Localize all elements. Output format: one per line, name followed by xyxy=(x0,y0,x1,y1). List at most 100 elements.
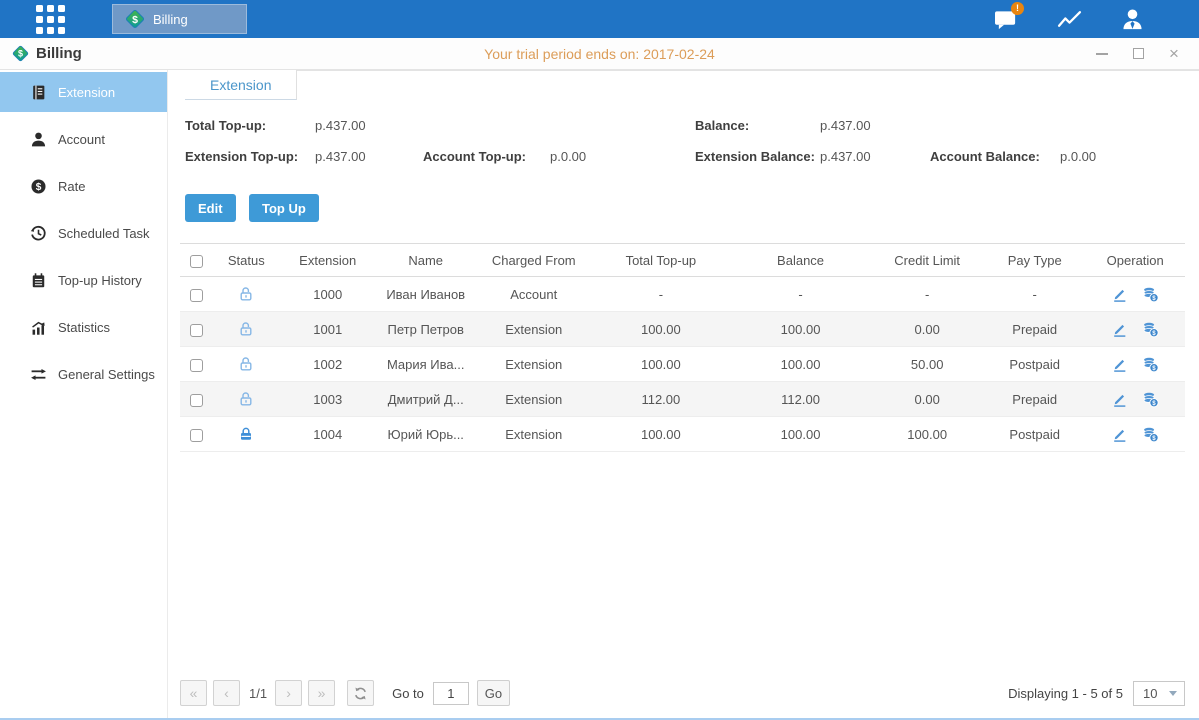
page-title: Billing xyxy=(36,45,82,62)
minimize-button[interactable] xyxy=(1095,47,1109,61)
cell-balance: 100.00 xyxy=(731,347,871,382)
select-all-checkbox[interactable] xyxy=(190,255,203,268)
cell-name: Петр Петров xyxy=(375,312,477,347)
cell-charged-from: Extension xyxy=(476,417,591,452)
col-status: Status xyxy=(212,244,280,277)
edit-icon[interactable] xyxy=(1111,286,1128,303)
user-button[interactable] xyxy=(1119,6,1145,32)
account-balance-label: Account Balance: xyxy=(930,149,1040,164)
topbar-billing-tab[interactable]: $ Billing xyxy=(112,4,247,34)
tab-strip: Extension xyxy=(168,70,1199,100)
sidebar-item-label: General Settings xyxy=(58,367,155,382)
cell-pay-type: - xyxy=(984,277,1086,312)
row-checkbox[interactable] xyxy=(190,324,203,337)
col-pay-type: Pay Type xyxy=(984,244,1086,277)
cell-total-topup: 100.00 xyxy=(591,312,731,347)
topup-coins-icon[interactable]: $ xyxy=(1142,286,1159,303)
total-topup-value: p.437.00 xyxy=(315,118,366,133)
total-topup-label: Total Top-up: xyxy=(185,118,266,133)
col-charged-from: Charged From xyxy=(476,244,591,277)
notebook-icon xyxy=(30,272,47,289)
refresh-icon xyxy=(353,686,368,701)
trial-notice: Your trial period ends on: 2017-02-24 xyxy=(484,46,715,62)
balance-value: p.437.00 xyxy=(820,118,871,133)
refresh-button[interactable] xyxy=(347,680,374,706)
svg-text:$: $ xyxy=(1153,399,1157,406)
billing-app-icon-small: $ xyxy=(12,45,29,62)
pagination-right: Displaying 1 - 5 of 5 10 xyxy=(1008,681,1185,706)
sidebar-item-general-settings[interactable]: General Settings xyxy=(0,354,167,394)
svg-text:$: $ xyxy=(1153,364,1157,371)
window-controls: × xyxy=(1095,47,1181,61)
svg-text:$: $ xyxy=(1153,329,1157,336)
topup-coins-icon[interactable]: $ xyxy=(1142,391,1159,408)
sidebar: Extension Account $ Rate xyxy=(0,70,168,718)
cell-pay-type: Postpaid xyxy=(984,347,1086,382)
sidebar-item-label: Rate xyxy=(58,179,85,194)
row-checkbox[interactable] xyxy=(190,289,203,302)
svg-text:$: $ xyxy=(132,14,138,26)
sidebar-item-label: Extension xyxy=(58,85,115,100)
cell-charged-from: Account xyxy=(476,277,591,312)
cell-credit-limit: - xyxy=(870,277,984,312)
page-indicator: 1/1 xyxy=(249,686,267,701)
pagination-next-button[interactable]: › xyxy=(275,680,302,706)
extension-topup-value: p.437.00 xyxy=(315,149,366,164)
balance-label: Balance: xyxy=(695,118,749,133)
topup-button[interactable]: Top Up xyxy=(249,194,319,222)
sidebar-item-account[interactable]: Account xyxy=(0,119,167,159)
history-clock-icon xyxy=(30,225,47,242)
sidebar-item-rate[interactable]: $ Rate xyxy=(0,166,167,206)
close-button[interactable]: × xyxy=(1167,47,1181,61)
window-body: Extension Account $ Rate xyxy=(0,70,1199,718)
notification-badge: ! xyxy=(1011,2,1024,15)
page-size-select[interactable]: 10 xyxy=(1133,681,1185,706)
status-unlocked-icon xyxy=(238,286,254,302)
status-unlocked-icon xyxy=(238,391,254,407)
edit-icon[interactable] xyxy=(1111,356,1128,373)
monitor-button[interactable] xyxy=(1056,6,1082,32)
minimize-icon xyxy=(1096,53,1108,55)
go-button[interactable]: Go xyxy=(477,680,510,706)
cell-credit-limit: 0.00 xyxy=(870,312,984,347)
svg-text:$: $ xyxy=(1153,294,1157,301)
row-checkbox[interactable] xyxy=(190,394,203,407)
maximize-icon xyxy=(1133,48,1144,59)
col-extension: Extension xyxy=(280,244,374,277)
row-checkbox[interactable] xyxy=(190,429,203,442)
maximize-button[interactable] xyxy=(1131,47,1145,61)
row-checkbox[interactable] xyxy=(190,359,203,372)
tab-extension[interactable]: Extension xyxy=(185,70,297,100)
cell-extension: 1001 xyxy=(280,312,374,347)
cell-pay-type: Prepaid xyxy=(984,382,1086,417)
edit-icon[interactable] xyxy=(1111,321,1128,338)
pagination-bar: « ‹ 1/1 › » Go to Go Displaying xyxy=(168,680,1199,718)
pagination-last-button[interactable]: » xyxy=(308,680,335,706)
edit-icon[interactable] xyxy=(1111,426,1128,443)
sidebar-item-topup-history[interactable]: Top-up History xyxy=(0,260,167,300)
topup-coins-icon[interactable]: $ xyxy=(1142,426,1159,443)
topbar: $ Billing ! xyxy=(0,0,1199,38)
app-launcher-button[interactable] xyxy=(36,5,65,34)
topup-coins-icon[interactable]: $ xyxy=(1142,356,1159,373)
topup-coins-icon[interactable]: $ xyxy=(1142,321,1159,338)
pagination-first-button[interactable]: « xyxy=(180,680,207,706)
sidebar-item-statistics[interactable]: Statistics xyxy=(0,307,167,347)
edit-icon[interactable] xyxy=(1111,391,1128,408)
cell-extension: 1004 xyxy=(280,417,374,452)
tab-label: Extension xyxy=(210,77,271,93)
sidebar-item-scheduled-task[interactable]: Scheduled Task xyxy=(0,213,167,253)
main-content: Extension Total Top-up: p.437.00 Balance… xyxy=(168,70,1199,718)
extension-balance-value: p.437.00 xyxy=(820,149,871,164)
edit-button[interactable]: Edit xyxy=(185,194,236,222)
ledger-icon xyxy=(30,84,47,101)
notifications-button[interactable]: ! xyxy=(993,6,1019,32)
extensions-table: Status Extension Name Charged From Total… xyxy=(180,243,1185,452)
sidebar-item-extension[interactable]: Extension xyxy=(0,72,167,112)
person-icon xyxy=(30,131,47,148)
goto-page-input[interactable] xyxy=(433,682,469,705)
pagination-prev-button[interactable]: ‹ xyxy=(213,680,240,706)
action-buttons: Edit Top Up xyxy=(185,194,1199,222)
account-topup-label: Account Top-up: xyxy=(423,149,526,164)
table-row: 1001 Петр Петров Extension 100.00 100.00… xyxy=(180,312,1185,347)
